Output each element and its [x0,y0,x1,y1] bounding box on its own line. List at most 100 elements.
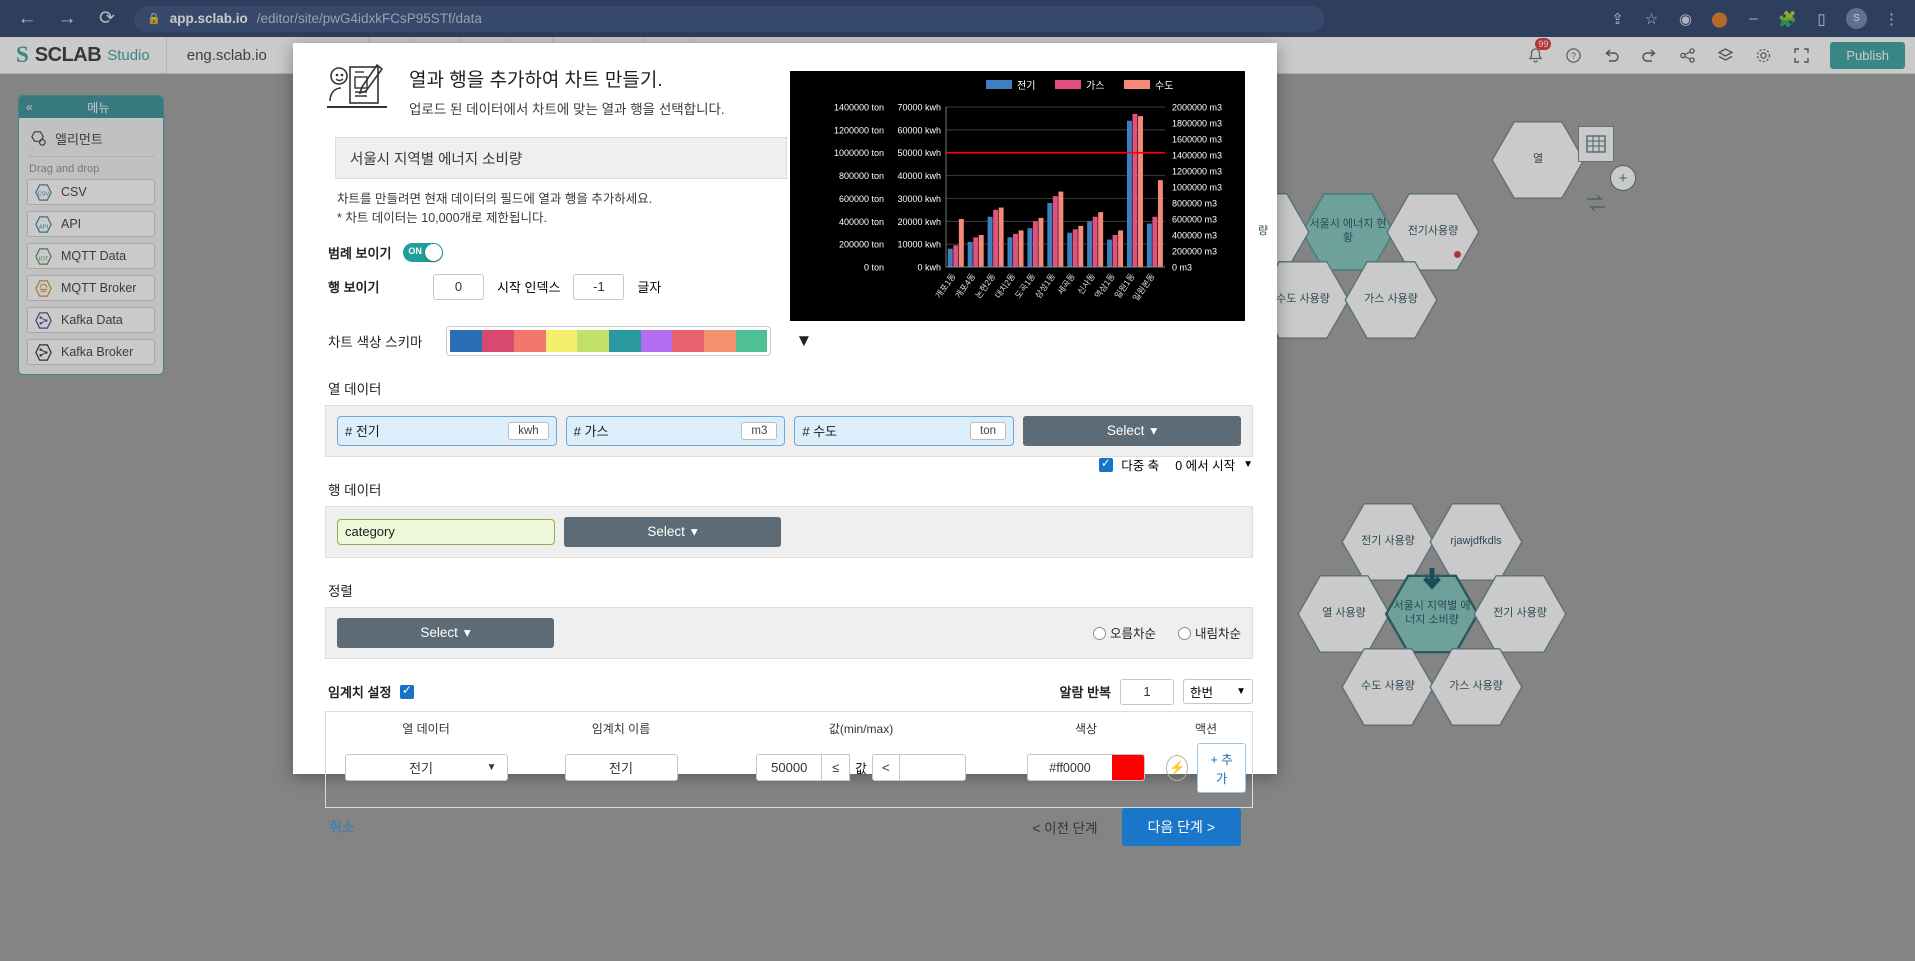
column-name: # 전기 [345,424,380,440]
chart-preview[interactable]: 전기 가스 수도 0 kwh 10000 kwh 20000 kwh 30000 kwh 40… [790,71,1245,321]
rows-visibility-label: 행 보이기 [328,280,380,296]
next-step-button[interactable]: 다음 단계 > [1121,807,1241,846]
threshold-color-field[interactable]: #ff0000 [1027,754,1145,782]
radio-asc[interactable] [1092,627,1106,641]
canvas-node-label: 전기사용량 [1407,225,1459,238]
threshold-color-swatch[interactable] [1112,755,1144,781]
threshold-mid-label: 값 [855,762,867,777]
canvas-node-label: 서울시 에너지 현황 [1309,218,1387,244]
threshold-op-min: ≤ [822,754,851,782]
sort-desc-label: 내림차순 [1194,627,1241,642]
column-select-button[interactable]: Select ▾ [1023,415,1242,446]
column-chip-water[interactable]: # 수도 ton [794,415,1015,446]
svg-text:1800000 m3: 1800000 m3 [1172,119,1222,129]
threshold-section-label: 임계치 설정 [328,685,392,701]
multi-axis-checkbox[interactable] [1099,456,1114,472]
rows-count-input[interactable]: 0 [433,273,484,300]
multi-axis-row: 다중 축 0 에서 시작 ▼ [1099,455,1253,474]
row-select-label: Select [647,524,685,540]
canvas-node-label: 량 [1257,225,1269,238]
threshold-column-select[interactable]: 전기 ▼ [344,754,508,782]
cancel-button[interactable]: 취소 [329,817,355,837]
alarm-repeat-mode-select[interactable]: 한번 ▼ [1183,679,1253,705]
sort-select-button[interactable]: Select ▾ [337,617,554,648]
column-chip-gas[interactable]: # 가스 m3 [565,415,786,446]
rows-panel: category Select ▾ [325,505,1253,558]
alarm-repeat-input[interactable]: 1 [1120,678,1174,705]
scheme-swatch-4 [577,329,609,352]
prev-step-button[interactable]: < 이전 단계 [1032,817,1097,837]
chars-label: 글자 [637,280,662,296]
start-index-label: 시작 인덱스 [497,280,561,296]
color-scheme-swatches[interactable] [446,325,772,356]
th-value: 값(min/max) [828,721,894,736]
th-action: 액션 [1194,721,1218,736]
column-chip-electricity[interactable]: # 전기 kwh [337,415,557,446]
modal-footer: 취소 < 이전 단계 다음 단계 > [293,807,1277,846]
svg-text:가스: 가스 [1086,80,1104,92]
sort-section-label: 정렬 [328,583,353,599]
svg-text:0 kwh: 0 kwh [917,263,941,273]
chart-name-input[interactable]: 서울시 지역별 에너지 소비량 [335,137,787,179]
svg-text:0 m3: 0 m3 [1172,263,1192,273]
multi-axis-start-label[interactable]: 0 에서 시작 [1175,455,1235,474]
row-chip-category[interactable]: category [337,518,555,545]
svg-text:1000000 m3: 1000000 m3 [1172,183,1222,193]
threshold-table-header: 열 데이터 임계치 이름 값(min/max) 색상 액션 [326,712,1252,743]
columns-panel: # 전기 kwh # 가스 m3 # 수도 ton Select ▾ [325,404,1253,457]
chevron-down-icon: ▼ [486,762,497,774]
chart-name-value: 서울시 지역별 에너지 소비량 [350,151,523,168]
svg-text:200000 m3: 200000 m3 [1172,247,1217,257]
canvas-node-label: 열 [1532,153,1544,166]
add-threshold-button[interactable]: + 추가 [1197,742,1246,793]
canvas-node-label: 전기 사용량 [1361,535,1415,548]
threshold-min-input[interactable]: 50000 [756,754,823,782]
scheme-swatch-9 [735,329,768,352]
threshold-enable-checkbox[interactable] [400,683,415,699]
row-select-button[interactable]: Select ▾ [564,516,781,547]
sort-panel: Select ▾ 오름차순 내림차순 [325,606,1253,659]
svg-text:200000 ton: 200000 ton [839,240,884,250]
column-unit[interactable]: ton [970,421,1007,440]
threshold-column-value: 전기 [409,761,433,777]
chevron-down-icon: ▼ [1236,686,1246,698]
rows-section-label: 행 데이터 [328,482,382,498]
scheme-swatch-3 [545,329,578,352]
preview-bar-chart: 전기 가스 수도 0 kwh 10000 kwh 20000 kwh 30000 kwh 40… [834,80,1222,303]
column-unit[interactable]: m3 [741,421,778,440]
canvas-node-label: 열 사용량 [1322,607,1366,620]
svg-text:800000 ton: 800000 ton [839,171,884,181]
legend-visibility-toggle[interactable]: ON [403,242,444,262]
threshold-color-hex: #ff0000 [1049,760,1091,775]
svg-text:30000 kwh: 30000 kwh [897,194,941,204]
canvas-node-label: 전기 사용량 [1493,607,1547,620]
modal-subtitle: 업로드 된 데이터에서 차트에 맞는 열과 행을 선택합니다. [409,102,725,117]
th-color: 색상 [1074,721,1098,736]
bolt-icon[interactable]: ⚡ [1166,754,1189,781]
column-select-label: Select [1106,423,1145,439]
chevron-down-icon[interactable]: ▼ [795,331,812,351]
svg-text:1400000 m3: 1400000 m3 [1172,151,1222,161]
caret-down-icon: ▾ [690,523,698,539]
canvas-node-label: rjawjdfkdls [1450,535,1502,548]
color-scheme-label: 차트 색상 스키마 [328,334,423,350]
chevron-down-icon[interactable]: ▼ [1243,459,1253,470]
radio-desc[interactable] [1177,627,1191,641]
threshold-table: 열 데이터 임계치 이름 값(min/max) 색상 액션 전기 ▼ 전기 50… [325,710,1253,808]
column-unit[interactable]: kwh [508,421,549,440]
canvas-node-label: 수도 사용량 [1276,293,1330,306]
sort-asc-option[interactable]: 오름차순 [1092,623,1156,642]
start-index-input[interactable]: -1 [573,273,625,300]
svg-text:1400000 ton: 1400000 ton [834,103,884,113]
threshold-name-input[interactable]: 전기 [564,754,678,782]
threshold-table-row: 전기 ▼ 전기 50000 ≤ 값 < #ff0000 ⚡ + 추가 [326,742,1252,807]
caret-down-icon: ▾ [1150,422,1158,438]
threshold-op-max: < [871,754,900,782]
threshold-max-input[interactable] [899,754,966,782]
caret-down-icon: ▾ [463,624,471,640]
sort-desc-option[interactable]: 내림차순 [1177,623,1241,642]
scheme-swatch-5 [608,329,641,352]
legend-visibility-label: 범례 보이기 [328,245,392,261]
svg-text:800000 m3: 800000 m3 [1172,199,1217,209]
svg-text:10000 kwh: 10000 kwh [897,240,941,250]
